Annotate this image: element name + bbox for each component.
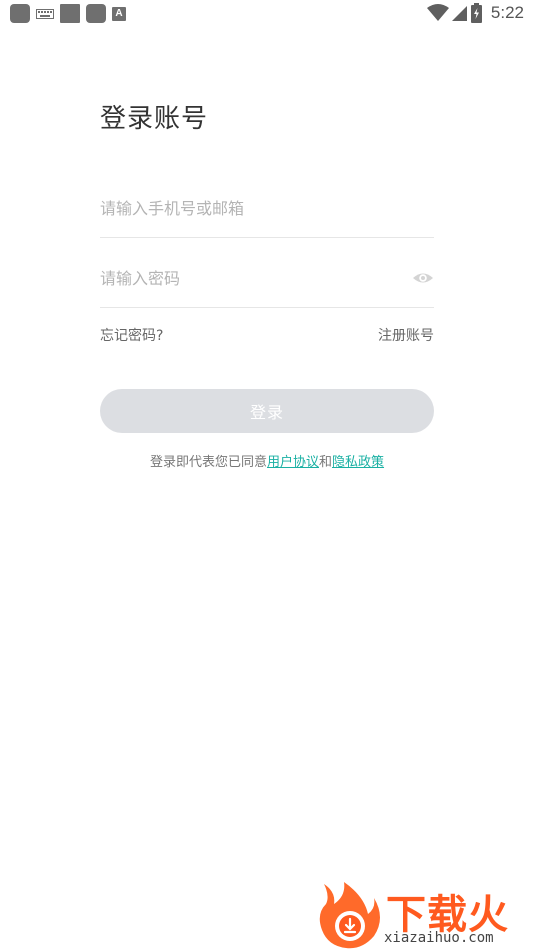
cell-signal-icon	[451, 6, 467, 21]
status-bar-system: 5:22	[426, 3, 524, 23]
password-field	[100, 258, 434, 308]
battery-charging-icon	[470, 3, 482, 23]
login-button[interactable]: 登录	[100, 389, 434, 433]
login-button-label: 登录	[249, 403, 284, 422]
font-a-icon: A	[112, 6, 126, 21]
agreement-prefix: 登录即代表您已同意	[149, 455, 267, 470]
status-bar: A 5:22	[0, 0, 534, 28]
password-input[interactable]	[100, 258, 400, 298]
app-icon	[10, 4, 30, 23]
app-icon	[86, 4, 106, 23]
app-icon	[60, 4, 80, 23]
watermark-logo: 下载火 xiazaihuo.com	[316, 878, 530, 950]
privacy-policy-link[interactable]: 隐私政策	[332, 455, 384, 470]
wifi-icon	[426, 4, 449, 21]
agreement-text: 登录即代表您已同意用户协议和隐私政策	[0, 451, 534, 470]
register-account-link[interactable]: 注册账号	[378, 325, 434, 345]
agreement-conjunction: 和	[319, 455, 333, 470]
phone-email-field	[100, 188, 434, 238]
keyboard-icon	[36, 9, 54, 19]
account-links-row: 忘记密码? 注册账号	[100, 325, 434, 345]
phone-email-input[interactable]	[100, 188, 434, 228]
eye-icon[interactable]	[412, 267, 434, 289]
status-bar-time: 5:22	[490, 3, 524, 22]
watermark-url: xiazaihuo.com	[384, 930, 494, 946]
forgot-password-link[interactable]: 忘记密码?	[100, 325, 163, 345]
flame-logo-icon	[319, 882, 380, 949]
page-title: 登录账号	[100, 104, 209, 134]
status-bar-notifications: A	[10, 4, 126, 23]
user-agreement-link[interactable]: 用户协议	[267, 455, 319, 470]
